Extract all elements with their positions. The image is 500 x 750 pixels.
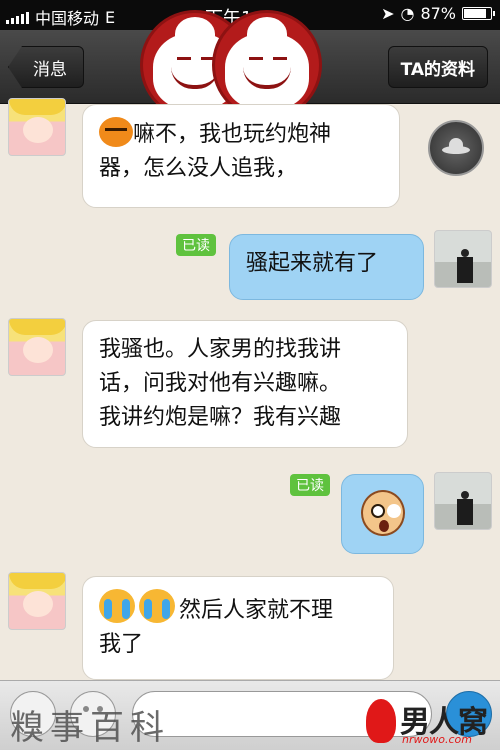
- my-avatar[interactable]: [434, 230, 492, 288]
- battery-percent: 87%: [420, 4, 456, 23]
- message-text-line: 嘛不，我也玩约炮神: [133, 122, 332, 147]
- contact-avatar[interactable]: [8, 98, 66, 156]
- message-text-line: 器，怎么没人追我，: [99, 156, 298, 181]
- status-left: 中国移动 E: [6, 5, 115, 29]
- profile-button[interactable]: TA的资料: [387, 46, 488, 88]
- message-bubble-incoming: 我骚也。人家男的找我讲 话，问我对他有兴趣嘛。 我讲约炮是嘛？我有兴趣: [82, 320, 408, 448]
- message-bubble-outgoing: 骚起来就有了: [229, 234, 424, 300]
- contact-avatar[interactable]: [8, 318, 66, 376]
- battery-fill: [464, 9, 486, 18]
- my-avatar[interactable]: [434, 472, 492, 530]
- status-right: ➤ ◔ 87%: [381, 4, 495, 23]
- watermark-nrwowo-url: nrwowo.com: [402, 733, 472, 746]
- read-badge: 已读: [290, 474, 330, 496]
- network-type: E: [105, 7, 116, 27]
- signal-icon: [6, 10, 29, 24]
- message-text-line: 我骚也。人家男的找我讲: [99, 337, 342, 362]
- nrwowo-logo-icon: [366, 699, 396, 743]
- angry-face-icon: [99, 117, 133, 147]
- message-text-line: 然后人家就不理: [179, 598, 334, 623]
- lock-rotation-icon: ◔: [400, 4, 415, 23]
- surprised-face-icon: [361, 490, 405, 536]
- crying-face-icon: [139, 589, 175, 623]
- message-text-line: 话，问我对他有兴趣嘛。: [99, 371, 342, 396]
- back-button[interactable]: 消息: [8, 46, 84, 88]
- message-bubble-incoming: 嘛不，我也玩约炮神 器，怎么没人追我，: [82, 104, 400, 208]
- ufo-icon[interactable]: [428, 120, 484, 176]
- message-text-line: 我讲约炮是嘛？我有兴趣: [99, 405, 342, 430]
- read-badge: 已读: [176, 234, 216, 256]
- crying-face-icon: [99, 589, 135, 623]
- contact-avatar[interactable]: [8, 572, 66, 630]
- message-bubble-incoming: 然后人家就不理 我了: [82, 576, 394, 680]
- location-arrow-icon: ➤: [381, 4, 395, 23]
- carrier-name: 中国移动: [35, 9, 100, 28]
- message-text: 骚起来就有了: [246, 251, 379, 276]
- watermark-qiushibaike: 糗事百科: [10, 708, 170, 748]
- message-text-line: 我了: [99, 632, 144, 657]
- message-bubble-outgoing: [341, 474, 424, 554]
- battery-icon: [462, 7, 495, 20]
- watermark-nrwowo: 男人窝 nrwowo.com: [366, 695, 500, 750]
